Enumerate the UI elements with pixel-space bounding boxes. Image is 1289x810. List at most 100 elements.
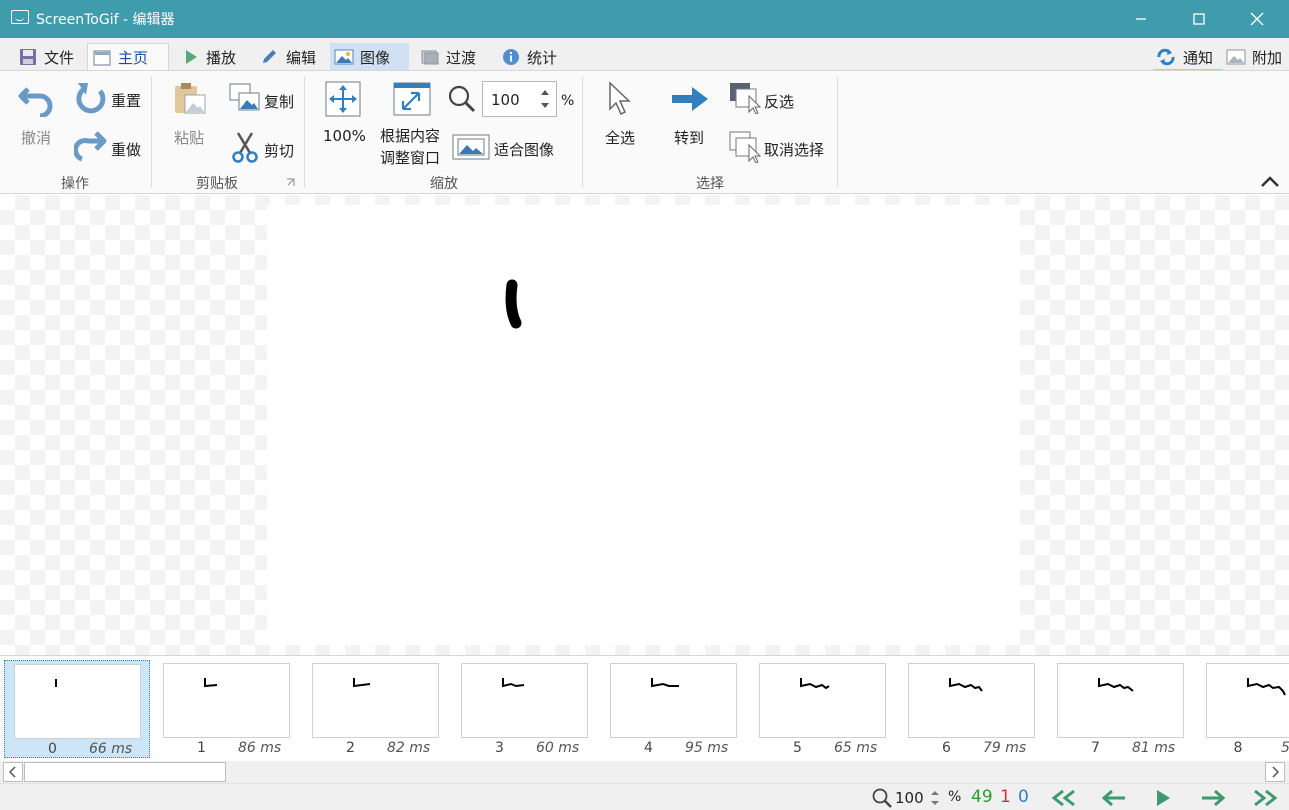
invert-label: 反选 — [764, 93, 795, 111]
fit-image-icon — [452, 134, 490, 160]
tab-playback[interactable]: 播放 — [178, 43, 240, 71]
save-icon — [20, 49, 36, 65]
fullscreen-arrows-icon — [325, 81, 361, 117]
arrow-right-icon — [672, 87, 708, 111]
copy-button[interactable] — [229, 83, 261, 117]
paste-button[interactable] — [172, 81, 208, 121]
frame-number: 8 — [1233, 740, 1243, 756]
current-frame-index: 0 — [1018, 787, 1029, 807]
invert-selection-button[interactable] — [729, 82, 763, 118]
play-status-icon[interactable] — [1153, 788, 1173, 808]
frame-thumbnail — [1206, 663, 1289, 738]
frame-item[interactable]: 7 81 ms — [1048, 660, 1194, 758]
tab-home[interactable]: 主页 — [87, 43, 169, 71]
frame-delay: 82 ms — [387, 740, 431, 756]
fit-image-button[interactable] — [452, 134, 490, 164]
minimize-button[interactable] — [1112, 0, 1170, 38]
paste-label: 粘贴 — [174, 129, 205, 147]
scroll-thumb[interactable] — [24, 762, 226, 782]
frame-number: 0 — [48, 741, 57, 757]
image-icon — [334, 49, 354, 65]
chevron-left-icon — [8, 766, 16, 778]
tab-extras[interactable]: 附加 — [1222, 43, 1286, 71]
frame-delay: 95 ms — [685, 740, 729, 756]
frame-thumbnail — [759, 663, 886, 738]
undo-label: 撤消 — [21, 129, 52, 147]
select-all-label: 全选 — [605, 129, 636, 147]
status-zoom-unit: % — [948, 789, 962, 805]
reset-icon — [76, 83, 106, 114]
deselect-button[interactable] — [729, 131, 763, 167]
frame-list: 0 66 ms 1 86 ms 2 82 ms 3 60 ms 4 95 ms … — [0, 655, 1289, 761]
fit-content-label-1: 根据内容 — [380, 127, 441, 145]
frame-number: 7 — [1091, 740, 1100, 756]
dialog-launcher-icon[interactable] — [286, 178, 295, 187]
tab-image[interactable]: 图像 — [330, 43, 409, 71]
frame-item[interactable]: 6 79 ms — [899, 660, 1045, 758]
zoom-100-label: 100% — [323, 127, 366, 145]
zoom-magnifier-icon — [448, 85, 476, 113]
frame-thumbnail — [461, 663, 588, 738]
fit-content-label-2: 调整窗口 — [380, 149, 441, 167]
first-frame-icon[interactable] — [1049, 788, 1079, 808]
undo-button[interactable] — [18, 81, 58, 121]
frame-item[interactable]: 8 5 — [1197, 660, 1289, 758]
app-icon — [11, 10, 29, 24]
status-zoom-value[interactable]: 100 — [895, 789, 924, 807]
frame-delay: 60 ms — [536, 740, 580, 756]
fit-content-button[interactable] — [393, 81, 431, 121]
next-frame-icon[interactable] — [1199, 788, 1227, 808]
collapse-ribbon-icon[interactable] — [1260, 175, 1280, 189]
close-button[interactable] — [1228, 0, 1286, 38]
extras-image-icon — [1226, 49, 1246, 65]
frame-scrollbar[interactable] — [0, 761, 1289, 783]
goto-button[interactable] — [670, 83, 710, 119]
frame-delay: 66 ms — [89, 741, 133, 757]
pencil-icon — [263, 50, 276, 63]
home-page-icon — [93, 50, 111, 65]
zoom-input[interactable]: 100 — [482, 81, 557, 117]
previous-frame-icon[interactable] — [1100, 788, 1128, 808]
tab-statistics[interactable]: 统计 — [497, 43, 561, 71]
status-zoom-spinner-icon[interactable] — [930, 788, 940, 808]
transition-icon — [421, 50, 439, 65]
frame-delay: 65 ms — [834, 740, 878, 756]
select-all-button[interactable] — [606, 81, 636, 123]
scroll-left-button[interactable] — [3, 762, 23, 782]
group-label-clipboard: 剪贴板 — [196, 176, 238, 192]
frame-item[interactable]: 2 82 ms — [303, 660, 449, 758]
tab-notifications[interactable]: 通知 — [1151, 43, 1217, 71]
ribbon-panel: 撤消 重置 重做 操作 粘贴 复制 剪切 剪贴板 100% 根据内容 调整窗口 … — [0, 70, 1289, 194]
frame-item[interactable]: 5 65 ms — [750, 660, 896, 758]
zoom-100-button[interactable] — [325, 81, 361, 121]
spinner-arrows-icon[interactable] — [540, 87, 550, 111]
resize-window-icon — [393, 82, 431, 116]
copy-image-icon — [229, 83, 260, 111]
frame-number: 6 — [942, 740, 951, 756]
invert-selection-icon — [730, 83, 762, 115]
frame-delay: 81 ms — [1132, 740, 1176, 756]
maximize-button[interactable] — [1170, 0, 1228, 38]
redo-button[interactable] — [73, 129, 108, 167]
frame-thumbnail — [908, 663, 1035, 738]
cut-button[interactable] — [230, 131, 260, 167]
frame-number: 4 — [644, 740, 653, 756]
reset-button[interactable] — [74, 81, 108, 119]
scroll-right-button[interactable] — [1265, 762, 1285, 782]
frame-number: 2 — [346, 740, 355, 756]
tab-file[interactable]: 文件 — [14, 43, 78, 71]
frame-item[interactable]: 3 60 ms — [452, 660, 598, 758]
frame-number: 5 — [793, 740, 802, 756]
zoom-status-icon — [872, 788, 892, 808]
reset-label: 重置 — [111, 92, 142, 110]
tab-edit[interactable]: 编辑 — [256, 43, 320, 71]
zoom-unit: % — [561, 93, 575, 109]
tab-transitions[interactable]: 过渡 — [416, 43, 480, 71]
last-frame-icon[interactable] — [1250, 788, 1280, 808]
frame-thumbnail — [312, 663, 439, 738]
frame-item[interactable]: 4 95 ms — [601, 660, 747, 758]
frame-thumbnail — [1057, 663, 1184, 738]
frame-item[interactable]: 0 66 ms — [4, 660, 150, 758]
frame-item[interactable]: 1 86 ms — [154, 660, 300, 758]
cursor-icon — [609, 81, 631, 116]
